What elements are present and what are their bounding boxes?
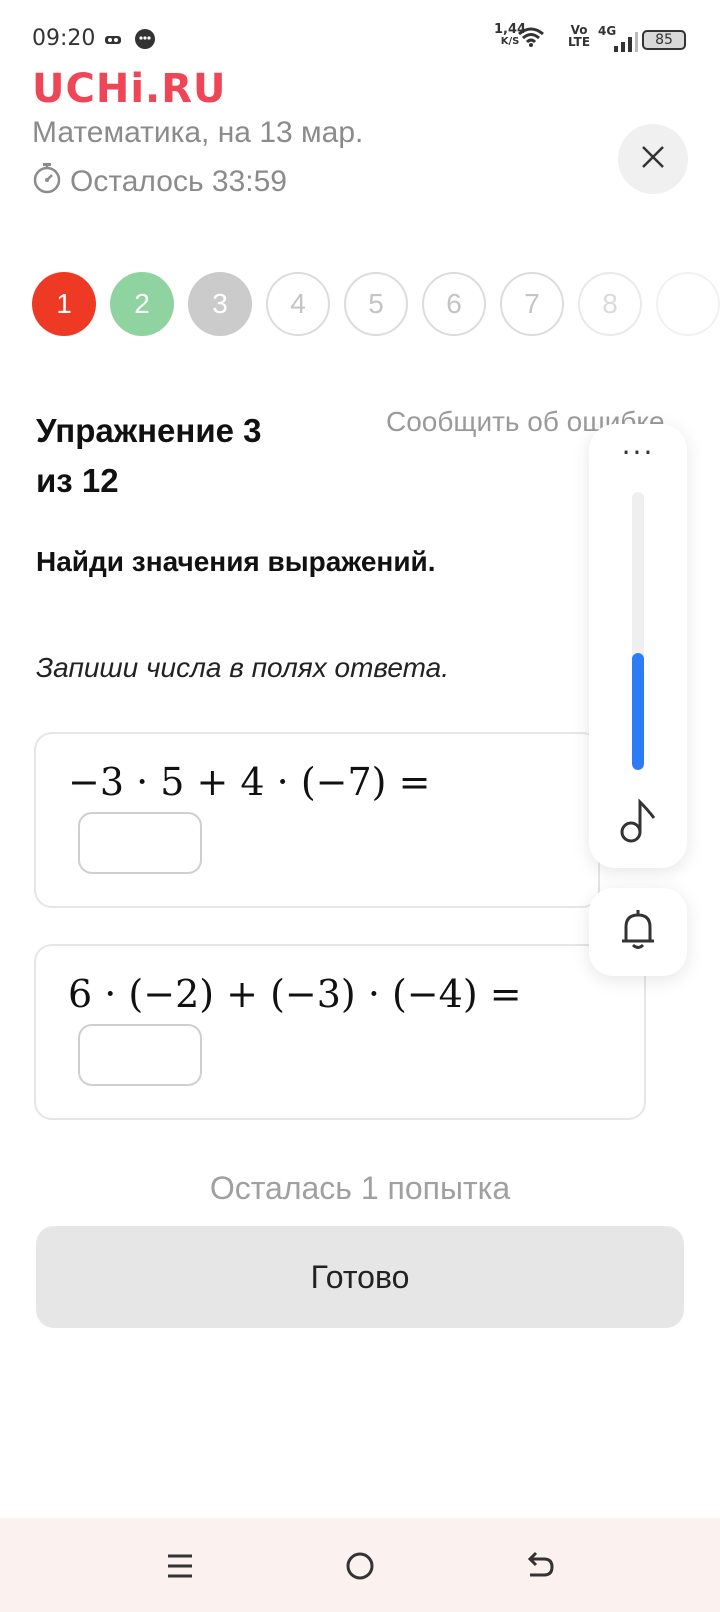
home-button[interactable] bbox=[340, 1548, 380, 1588]
more-options-button[interactable]: ··· bbox=[589, 436, 687, 469]
volume-slider[interactable] bbox=[632, 492, 644, 770]
back-arrow-icon bbox=[524, 1551, 556, 1585]
attempts-remaining: Осталась 1 попытка bbox=[209, 1170, 511, 1206]
exercise-progress: 12345678 bbox=[32, 272, 720, 342]
answer-input-2[interactable] bbox=[78, 1024, 202, 1086]
step-9[interactable] bbox=[656, 272, 720, 336]
close-button[interactable] bbox=[618, 124, 688, 194]
vpn-icon bbox=[104, 28, 122, 52]
volte-indicator: Vo LTE bbox=[568, 24, 590, 48]
chat-icon bbox=[134, 28, 156, 55]
exercise-title-line2: из 12 bbox=[36, 462, 119, 499]
time-remaining: Осталось 33:59 bbox=[32, 162, 287, 202]
step-5[interactable]: 5 bbox=[344, 272, 408, 336]
notification-volume-button[interactable] bbox=[589, 888, 687, 976]
wifi-icon bbox=[518, 26, 544, 52]
step-2[interactable]: 2 bbox=[110, 272, 174, 336]
task-hint: Запиши числа в полях ответа. bbox=[36, 652, 450, 683]
lesson-subject: Математика, на 13 мар. bbox=[32, 116, 364, 149]
close-icon bbox=[640, 144, 666, 174]
expression-2: 6 · (−2) + (−3) · (−4) = bbox=[68, 972, 522, 1016]
volume-slider-fill bbox=[632, 653, 644, 770]
back-button[interactable] bbox=[520, 1548, 560, 1588]
brand-logo: UCHi.RU bbox=[32, 66, 227, 106]
task-instruction: Найди значения выражений. bbox=[36, 546, 436, 577]
recent-apps-button[interactable] bbox=[160, 1548, 200, 1588]
done-button[interactable]: Готово bbox=[36, 1226, 684, 1328]
bell-icon bbox=[620, 909, 656, 955]
volte-bottom: LTE bbox=[568, 35, 591, 49]
menu-icon bbox=[165, 1552, 195, 1584]
music-note-icon[interactable] bbox=[618, 798, 658, 844]
home-circle-icon bbox=[345, 1551, 375, 1585]
volume-panel: ··· bbox=[589, 424, 687, 868]
step-8[interactable]: 8 bbox=[578, 272, 642, 336]
signal-icon bbox=[612, 32, 638, 56]
step-3[interactable]: 3 bbox=[188, 272, 252, 336]
time-remaining-text: Осталось 33:59 bbox=[70, 165, 287, 198]
battery-indicator: 85 bbox=[642, 30, 686, 50]
task-card-2: 6 · (−2) + (−3) · (−4) = bbox=[34, 944, 646, 1120]
exercise-title: Упражнение 3 из 12 bbox=[36, 406, 262, 506]
step-7[interactable]: 7 bbox=[500, 272, 564, 336]
answer-input-1[interactable] bbox=[78, 812, 202, 874]
step-4[interactable]: 4 bbox=[266, 272, 330, 336]
expression-1: −3 · 5 + 4 · (−7) = bbox=[68, 760, 431, 804]
system-nav-bar bbox=[0, 1518, 720, 1612]
task-card-1: −3 · 5 + 4 · (−7) = bbox=[34, 732, 600, 908]
status-clock: 09:20 bbox=[32, 26, 96, 51]
step-1[interactable]: 1 bbox=[32, 272, 96, 336]
exercise-title-line1: Упражнение 3 bbox=[36, 412, 262, 449]
step-6[interactable]: 6 bbox=[422, 272, 486, 336]
stopwatch-icon bbox=[32, 162, 62, 202]
